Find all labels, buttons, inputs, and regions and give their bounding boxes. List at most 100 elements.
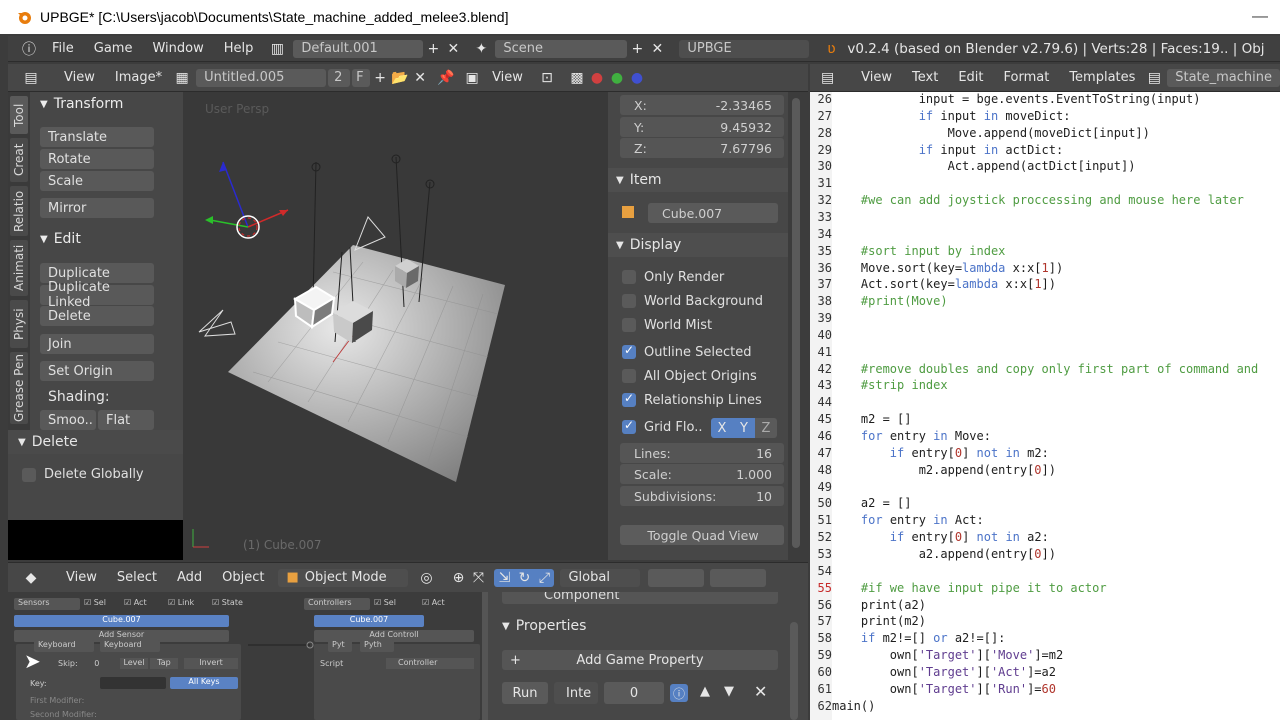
world-background-checkbox[interactable] [622, 294, 636, 308]
tab-relations[interactable]: Relatio [10, 186, 28, 236]
grid-lines-field[interactable]: Lines: 16 [620, 443, 784, 463]
blue-channel-icon[interactable]: ● [627, 69, 647, 87]
property-name-field[interactable]: Run [502, 682, 548, 704]
move-down-icon[interactable]: ▼ [724, 684, 734, 699]
add-game-property-button[interactable]: + Add Game Property [502, 650, 778, 670]
code-line[interactable]: m2.append(entry[0]) [832, 463, 1056, 477]
controllers-filter[interactable]: Controllers [304, 598, 370, 610]
world-mist-checkbox[interactable] [622, 318, 636, 332]
menu-game[interactable]: Game [84, 41, 143, 56]
controllers-sel-toggle[interactable]: ☑ Sel [374, 598, 396, 607]
remove-layout-icon[interactable]: ✕ [443, 40, 463, 58]
rotate-button[interactable]: Rotate [40, 149, 154, 169]
fake-user-button[interactable]: F [352, 68, 371, 87]
open-image-icon[interactable]: 📂 [390, 69, 410, 87]
sensors-link-toggle[interactable]: ☑ Link [168, 598, 194, 607]
join-button[interactable]: Join [40, 334, 154, 354]
layout-field[interactable]: Default.001 [293, 39, 424, 58]
scale-button[interactable]: Scale [40, 171, 154, 191]
script-mode-select[interactable]: Script [320, 659, 343, 668]
text-templates-menu[interactable]: Templates [1059, 70, 1145, 85]
scale-manipulator-icon[interactable]: ⤢ [534, 569, 554, 587]
code-line[interactable]: main() [832, 699, 875, 713]
translate-button[interactable]: Translate [40, 127, 154, 147]
location-z-field[interactable]: Z: 7.67796 [620, 138, 784, 158]
delete-panel-header[interactable]: ▼ Delete [8, 430, 183, 454]
grid-axis-x-toggle[interactable]: X [711, 418, 733, 438]
code-line[interactable]: #strip index [832, 378, 948, 392]
controller-script-field[interactable]: Controller [386, 658, 474, 669]
code-line[interactable]: print(a2) [832, 598, 926, 612]
layers-group-1[interactable] [648, 568, 705, 587]
code-line[interactable]: Act.append(actDict[input]) [832, 159, 1136, 173]
pivot-icon[interactable]: ⊡ [537, 69, 557, 87]
key-capture-field[interactable] [100, 677, 166, 689]
location-y-field[interactable]: Y: 9.45932 [620, 117, 784, 137]
3d-view-menu[interactable]: View [56, 570, 107, 585]
code-line[interactable]: if m2!=[] or a2!=[]: [832, 631, 1006, 645]
checker-icon[interactable]: ▩ [567, 69, 587, 87]
sensors-act-toggle[interactable]: ☑ Act [124, 598, 147, 607]
grid-scale-field[interactable]: Scale: 1.000 [620, 464, 784, 484]
image-view-menu[interactable]: View [54, 70, 105, 85]
smooth-button[interactable]: Smoo.. [40, 410, 96, 430]
skip-field[interactable]: Skip: 0 [58, 659, 99, 668]
code-line[interactable]: for entry in Act: [832, 513, 984, 527]
code-line[interactable]: a2 = [] [832, 496, 912, 510]
outline-selected-checkbox[interactable] [622, 343, 636, 359]
props-scrollbar[interactable] [790, 622, 798, 720]
code-line[interactable]: #we can add joystick proccessing and mou… [832, 193, 1244, 207]
3d-editor-type-icon[interactable]: ◆ [18, 569, 44, 587]
code-line[interactable]: if entry[0] not in a2: [832, 530, 1049, 544]
minimize-icon[interactable]: — [1240, 0, 1280, 34]
scene-icon[interactable]: ✦ [471, 40, 491, 58]
duplicate-linked-button[interactable]: Duplicate Linked [40, 280, 154, 310]
3d-object-menu[interactable]: Object [212, 570, 274, 585]
sensors-state-toggle[interactable]: ☑ State [212, 598, 243, 607]
pin-icon[interactable]: 📌 [436, 69, 456, 87]
code-line[interactable]: #if we have input pipe it to actor [832, 581, 1107, 595]
code-line[interactable]: own['Target']['Act']=a2 [832, 665, 1056, 679]
properties-panel-header[interactable]: ▼ Properties [502, 618, 586, 634]
all-object-origins-checkbox[interactable] [622, 369, 636, 383]
code-line[interactable]: if input in moveDict: [832, 109, 1071, 123]
mirror-button[interactable]: Mirror [40, 198, 154, 218]
object-name-field[interactable]: Cube.007 [648, 203, 778, 223]
add-scene-icon[interactable]: + [627, 40, 647, 58]
3d-viewport[interactable]: User Persp (1) Cube.007 [183, 92, 608, 560]
grid-subdivisions-field[interactable]: Subdivisions: 10 [620, 486, 784, 506]
grid-axis-z-toggle[interactable]: Z [755, 418, 777, 438]
remove-property-icon[interactable]: ✕ [754, 682, 767, 701]
component-panel[interactable]: Component [502, 592, 778, 604]
display-panel-header[interactable]: ▼ Display [608, 233, 788, 257]
code-line[interactable]: own['Target']['Run']=60 [832, 682, 1056, 696]
controllers-act-toggle[interactable]: ☑ Act [422, 598, 445, 607]
tab-grease-pencil[interactable]: Grease Pen [10, 352, 28, 424]
menu-window[interactable]: Window [142, 41, 213, 56]
3d-add-menu[interactable]: Add [167, 570, 212, 585]
manipulator-icon[interactable]: ⤧ [468, 569, 488, 587]
tab-tool[interactable]: Tool [10, 96, 28, 134]
scene-field[interactable]: Scene [495, 39, 628, 58]
editor-type-icon[interactable]: ▤ [18, 69, 44, 87]
image-name-field[interactable]: Untitled.005 [196, 68, 327, 87]
text-browse-icon[interactable]: ▤ [1145, 69, 1163, 87]
code-line[interactable]: m2 = [] [832, 412, 912, 426]
grid-floor-checkbox[interactable] [622, 418, 636, 434]
code-line[interactable]: Move.sort(key=lambda x:x[1]) [832, 261, 1063, 275]
level-toggle[interactable]: Level [120, 658, 148, 669]
viewport-shading-icon[interactable]: ◎ [416, 569, 436, 587]
text-view-menu[interactable]: View [851, 70, 902, 85]
code-line[interactable]: if entry[0] not in m2: [832, 446, 1049, 460]
code-line[interactable]: input = bge.events.EventToString(input) [832, 92, 1201, 106]
code-line[interactable]: Move.append(moveDict[input]) [832, 126, 1150, 140]
info-editor-icon[interactable]: ⓘ [16, 40, 42, 58]
property-value-field[interactable]: 0 [604, 682, 664, 704]
green-channel-icon[interactable]: ● [607, 69, 627, 87]
only-render-checkbox[interactable] [622, 270, 636, 284]
sensor-name-field[interactable]: Keyboard [100, 640, 160, 652]
layers-group-2[interactable] [710, 568, 767, 587]
pivot-point-icon[interactable]: ⊕ [448, 569, 468, 587]
tab-physics[interactable]: Physi [10, 300, 28, 348]
image-menu[interactable]: Image* [105, 70, 172, 85]
